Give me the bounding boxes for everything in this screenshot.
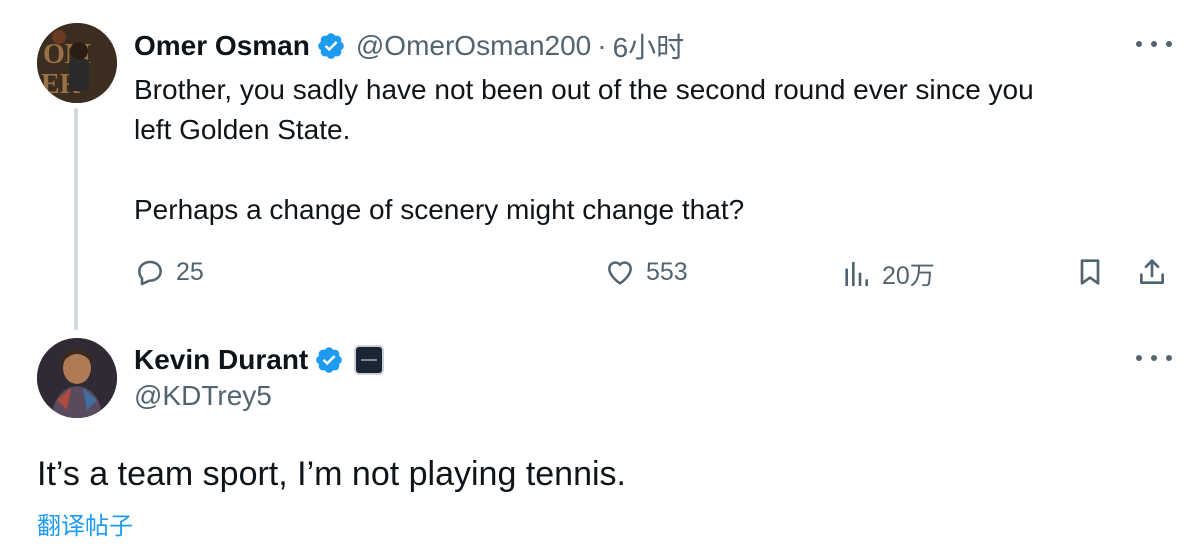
avatar-kd-image xyxy=(37,338,117,418)
avatar-omer-image: OM ER xyxy=(37,23,117,103)
like-count: 553 xyxy=(646,257,688,286)
main-tweet-text: It’s a team sport, I’m not playing tenni… xyxy=(37,455,626,493)
reply-author-handle[interactable]: @OmerOsman200 xyxy=(356,30,591,62)
reply-text-line: left Golden State. xyxy=(134,114,351,145)
avatar-kevin-durant[interactable] xyxy=(37,338,117,418)
reply-timestamp[interactable]: 6小时 xyxy=(613,26,685,66)
bookmark-button[interactable] xyxy=(1074,256,1116,288)
view-count: 20万 xyxy=(882,262,935,290)
reply-action-bar: 25 553 20万 xyxy=(134,250,1174,294)
reply-header: Omer Osman @OmerOsman200 · 6小时 xyxy=(134,26,684,66)
more-options-icon[interactable] xyxy=(1136,38,1172,50)
main-author-name[interactable]: Kevin Durant xyxy=(134,344,308,376)
reply-text-line: Perhaps a change of scenery might change… xyxy=(134,194,745,225)
affiliation-badge-icon[interactable] xyxy=(354,345,385,375)
reply-count: 25 xyxy=(176,257,204,286)
bar-chart-icon xyxy=(845,262,868,286)
heart-icon xyxy=(608,261,632,285)
verified-badge-icon xyxy=(316,347,343,373)
thread-connector-line xyxy=(74,108,78,330)
bookmark-icon xyxy=(1080,259,1100,285)
reply-bubble-icon xyxy=(138,260,162,286)
reply-text-line: Brother, you sadly have not been out of … xyxy=(134,74,1034,105)
verified-badge-icon xyxy=(318,33,344,59)
reply-body: Brother, you sadly have not been out of … xyxy=(134,70,1144,230)
separator-dot: · xyxy=(597,30,607,61)
avatar-omer-osman[interactable]: OM ER xyxy=(37,23,117,103)
more-options-icon[interactable] xyxy=(1136,352,1172,364)
translate-post-link[interactable]: 翻译帖子 xyxy=(37,506,133,541)
share-button[interactable] xyxy=(1136,256,1178,288)
like-button[interactable]: 553 xyxy=(604,256,688,288)
views-button[interactable]: 20万 xyxy=(840,256,935,292)
main-tweet-header: Kevin Durant xyxy=(134,340,385,380)
main-author-handle[interactable]: @KDTrey5 xyxy=(134,380,272,412)
reply-author-name[interactable]: Omer Osman xyxy=(134,30,310,62)
reply-button[interactable]: 25 xyxy=(134,256,204,288)
share-icon xyxy=(1140,259,1164,284)
